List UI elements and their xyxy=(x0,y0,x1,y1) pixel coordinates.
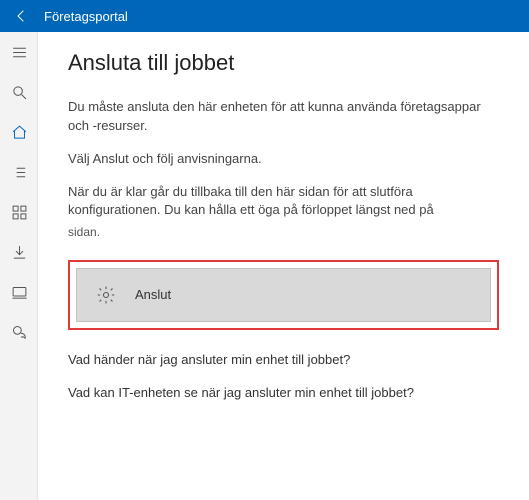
devices-nav-button[interactable] xyxy=(0,272,38,312)
intro-paragraph-3: När du är klar går du tillbaka till den … xyxy=(68,183,499,221)
list-nav-button[interactable] xyxy=(0,152,38,192)
intro-paragraph-1: Du måste ansluta den här enheten för att… xyxy=(68,98,499,136)
back-button[interactable] xyxy=(0,0,44,32)
hamburger-menu-button[interactable] xyxy=(0,32,38,72)
downloads-nav-button[interactable] xyxy=(0,232,38,272)
app-title: Företagsportal xyxy=(44,9,128,24)
intro-paragraph-3-trail: sidan. xyxy=(68,224,499,241)
titlebar: Företagsportal xyxy=(0,0,529,32)
page-heading: Ansluta till jobbet xyxy=(68,50,499,76)
connect-button[interactable]: Anslut xyxy=(76,268,491,322)
home-nav-button[interactable] xyxy=(0,112,38,152)
main-content: Ansluta till jobbet Du måste ansluta den… xyxy=(38,32,529,500)
intro-paragraph-2: Välj Anslut och följ anvisningarna. xyxy=(68,150,499,169)
nav-rail xyxy=(0,32,38,500)
apps-nav-button[interactable] xyxy=(0,192,38,232)
highlight-annotation: Anslut xyxy=(68,260,499,330)
support-nav-button[interactable] xyxy=(0,312,38,352)
connect-button-label: Anslut xyxy=(135,287,171,302)
faq-link-2[interactable]: Vad kan IT-enheten se när jag ansluter m… xyxy=(68,385,499,400)
search-button[interactable] xyxy=(0,72,38,112)
shell: Ansluta till jobbet Du måste ansluta den… xyxy=(0,32,529,500)
gear-icon xyxy=(77,285,135,305)
faq-link-1[interactable]: Vad händer när jag ansluter min enhet ti… xyxy=(68,352,499,367)
